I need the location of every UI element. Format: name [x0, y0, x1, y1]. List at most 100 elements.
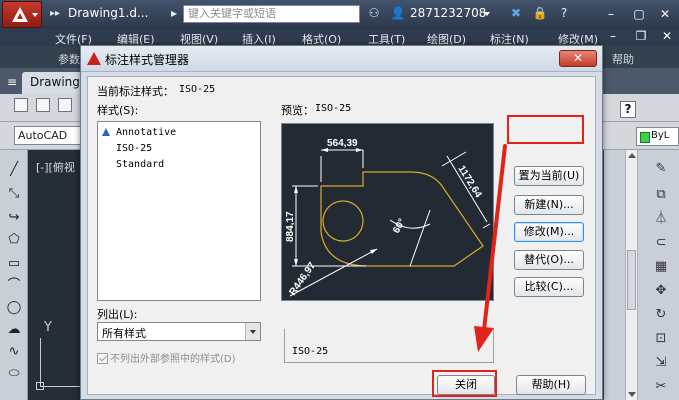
preview-circle [322, 200, 364, 242]
highlight-set-current [507, 115, 584, 144]
maximize-icon[interactable]: ▢ [630, 5, 648, 23]
list-label: 列出(L): [97, 308, 138, 321]
minimize-icon[interactable]: – [602, 5, 620, 23]
toolbar-help-icon[interactable]: ? [620, 101, 636, 118]
chevron-right-icon[interactable]: ▸ [166, 5, 182, 21]
dim-arrow [294, 259, 298, 266]
list-item[interactable]: Annotative [102, 127, 176, 138]
save-icon[interactable] [58, 98, 72, 112]
dim-text-diagonal: 1172,64 [455, 164, 483, 200]
chevron-down-icon[interactable] [245, 323, 260, 340]
new-file-icon[interactable] [14, 98, 28, 112]
scroll-down-icon[interactable] [628, 392, 636, 397]
dialog-titlebar[interactable]: 标注样式管理器 ✕ [81, 46, 602, 72]
scroll-up-icon[interactable] [628, 153, 636, 158]
help-button[interactable]: 帮助(H) [516, 375, 586, 395]
polyline-tool-icon[interactable]: ↪ [6, 210, 22, 226]
current-style-value: ISO-25 [179, 84, 216, 95]
lock-icon[interactable]: 🔒 [532, 5, 548, 21]
modify-toolbar: ✎ ⧉ ⏃ ⊂ ▦ ✥ ↻ ⊡ ⇲ ✂ [604, 150, 679, 400]
override-style-button[interactable]: 替代(O)... [514, 250, 584, 270]
dim-ext-line [482, 223, 491, 229]
styles-list[interactable]: Annotative ISO-25 Standard [97, 121, 261, 301]
offset-tool-icon[interactable]: ⊂ [652, 234, 670, 252]
drawing-title: Drawing1.d... [68, 6, 149, 20]
user-dropdown-icon[interactable] [484, 12, 490, 16]
description-value: ISO-25 [292, 346, 329, 357]
line-tool-icon[interactable]: ╱ [6, 162, 22, 178]
exclude-xref-checkbox: 不列出外部参照中的样式(D) [97, 350, 236, 365]
stretch-tool-icon[interactable]: ⇲ [652, 354, 670, 372]
help-icon[interactable]: ? [556, 5, 572, 21]
workspace-select[interactable]: AutoCAD [14, 126, 86, 145]
dim-ext-line [441, 151, 467, 167]
tab-menu-icon[interactable]: ≡ [4, 74, 20, 90]
preview-panel: 564,39 884,17 1172,64 60° R446,97 [281, 123, 494, 301]
construction-line-icon[interactable]: ⤡ [6, 186, 22, 202]
viewport-label[interactable]: [-][俯视 [36, 159, 75, 175]
autocad-logo-icon [87, 52, 101, 65]
polygon-tool-icon[interactable]: ⬠ [6, 232, 22, 248]
exchange-icon[interactable]: ✖ [508, 5, 524, 21]
ucs-y-axis [40, 338, 41, 386]
dim-arrow [294, 186, 298, 193]
autocad-logo-icon [12, 7, 28, 22]
erase-tool-icon[interactable]: ✎ [652, 160, 670, 178]
drawing-canvas[interactable]: [-][俯视 Y [28, 150, 88, 400]
doc-minimize-icon[interactable]: – [604, 28, 622, 44]
close-icon[interactable]: ✕ [656, 5, 674, 23]
dim-arrow [370, 249, 377, 254]
open-folder-icon[interactable] [36, 98, 50, 112]
scale-tool-icon[interactable]: ⊡ [652, 330, 670, 348]
modify-style-button[interactable]: 修改(M)... [514, 222, 584, 242]
highlight-close [432, 370, 497, 397]
user-id[interactable]: 2871232708 [410, 6, 486, 20]
user-icon[interactable]: 👤 [390, 5, 406, 21]
list-item[interactable]: Standard [116, 159, 164, 170]
file-tab-drawing[interactable]: Drawing [22, 72, 88, 94]
dim-text-top: 564,39 [327, 138, 358, 149]
array-tool-icon[interactable]: ▦ [652, 258, 670, 276]
circle-tool-icon[interactable]: ◯ [6, 300, 22, 316]
layer-color-select[interactable]: ByL [636, 127, 679, 146]
application-menu-button[interactable] [2, 1, 42, 28]
scroll-thumb[interactable] [627, 250, 636, 310]
dimension-preview-graphic: 564,39 884,17 1172,64 60° R446,97 [285, 138, 491, 298]
description-box: ISO-25 [284, 329, 494, 363]
quick-access-more[interactable]: ▸▸ [50, 8, 60, 19]
dim-text-left: 884,17 [285, 211, 296, 242]
set-current-button[interactable]: 置为当前(U) [514, 166, 584, 186]
styles-label: 样式(S): [97, 104, 139, 117]
list-filter-select[interactable]: 所有样式 [97, 322, 261, 341]
revcloud-tool-icon[interactable]: ☁ [6, 322, 22, 338]
spline-tool-icon[interactable]: ∿ [6, 344, 22, 360]
menu-bar: 文件(F) 编辑(E) 视图(V) 插入(I) 格式(O) 工具(T) 绘图(D… [0, 29, 679, 46]
list-item[interactable]: ISO-25 [116, 143, 152, 154]
trim-tool-icon[interactable]: ✂ [652, 378, 670, 396]
draw-toolbar: ╱ ⤡ ↪ ⬠ ▭ ⌒ ◯ ☁ ∿ ⬭ [0, 150, 28, 400]
ellipse-tool-icon[interactable]: ⬭ [6, 366, 22, 382]
new-style-button[interactable]: 新建(N)... [514, 195, 584, 215]
compare-style-button[interactable]: 比较(C)... [514, 277, 584, 297]
rotate-tool-icon[interactable]: ↻ [652, 306, 670, 324]
move-tool-icon[interactable]: ✥ [652, 282, 670, 300]
ribbon-tab-parametric[interactable]: 参数 [58, 51, 80, 67]
vertical-scrollbar[interactable] [625, 150, 638, 400]
search-input[interactable]: 键入关键字或短语 [183, 5, 360, 23]
list-filter-value: 所有样式 [102, 327, 146, 340]
checkbox-icon [97, 353, 108, 364]
dialog-title: 标注样式管理器 [105, 53, 190, 67]
doc-restore-icon[interactable]: ❐ [632, 28, 650, 44]
doc-close-icon[interactable]: ✕ [658, 28, 676, 44]
rectangle-tool-icon[interactable]: ▭ [6, 256, 22, 272]
dim-text-angle: 60° [391, 217, 408, 236]
dialog-close-button[interactable]: ✕ [559, 50, 597, 67]
title-bar: ▸▸ Drawing1.d... ▸ 键入关键字或短语 ⚇ 👤 28712327… [0, 0, 679, 29]
binoculars-icon[interactable]: ⚇ [366, 5, 382, 21]
copy-tool-icon[interactable]: ⧉ [652, 186, 670, 204]
ribbon-tab-help[interactable]: 帮助 [612, 51, 634, 67]
current-style-label: 当前标注样式： [97, 85, 174, 98]
ucs-x-axis [40, 386, 80, 387]
mirror-tool-icon[interactable]: ⏃ [652, 210, 670, 228]
arc-tool-icon[interactable]: ⌒ [6, 278, 22, 294]
